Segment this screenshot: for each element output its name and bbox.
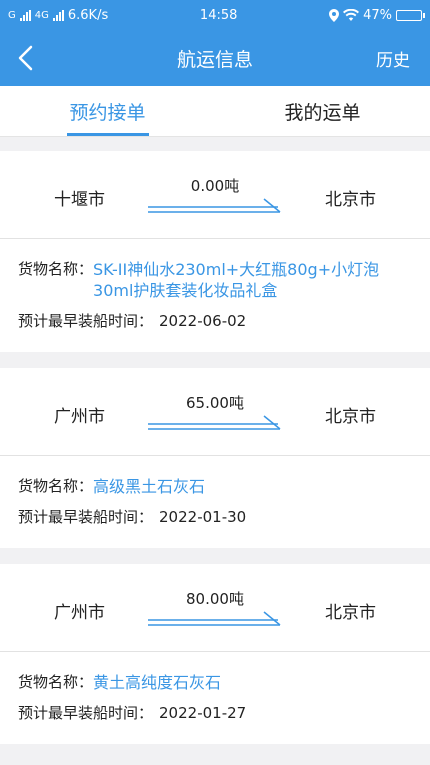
- route: 广州市 80.00吨 北京市: [0, 564, 430, 652]
- battery-percent: 47%: [363, 7, 392, 23]
- shipment-card-2[interactable]: 广州市 65.00吨 北京市 货物名称： 高级黑土石灰石 预计最早装船时间： 2…: [0, 368, 430, 548]
- history-button[interactable]: 历史: [376, 46, 410, 71]
- status-bar: G 4G 6.6K/s 14:58 47%: [0, 0, 430, 30]
- cargo-name: 黄土高纯度石灰石: [93, 673, 222, 692]
- page-title: 航运信息: [176, 48, 253, 71]
- shipment-list: 十堰市 0.00吨 北京市 货物名称： SK-II神仙水230ml+大红瓶80g…: [0, 137, 430, 744]
- network-type: 4G: [34, 9, 49, 21]
- shipment-card-3[interactable]: 广州市 80.00吨 北京市 货物名称： 黄土高纯度石灰石 预计最早装船时间： …: [0, 564, 430, 744]
- back-arrow-icon[interactable]: [14, 44, 38, 72]
- date-label: 预计最早装船时间：: [18, 508, 154, 526]
- tab-bar: 预约接单 我的运单: [0, 86, 430, 137]
- route: 广州市 65.00吨 北京市: [0, 368, 430, 456]
- cargo-row: 货物名称： 黄土高纯度石灰石: [18, 672, 412, 693]
- battery-icon: [395, 9, 425, 21]
- cargo-label: 货物名称：: [18, 673, 94, 691]
- route-arrow-icon: [148, 415, 281, 430]
- shipment-details: 货物名称： 黄土高纯度石灰石 预计最早装船时间： 2022-01-27: [0, 652, 430, 744]
- route-arrow-icon: [148, 611, 281, 626]
- network-label: G: [8, 9, 16, 21]
- status-left: G 4G 6.6K/s: [8, 8, 108, 23]
- date-row: 预计最早装船时间： 2022-01-27: [18, 703, 412, 724]
- destination-city: 北京市: [325, 407, 376, 427]
- date-row: 预计最早装船时间： 2022-06-02: [18, 311, 412, 332]
- cargo-row: 货物名称： 高级黑土石灰石: [18, 476, 412, 497]
- date-label: 预计最早装船时间：: [18, 312, 154, 330]
- network-speed: 6.6K/s: [67, 7, 109, 23]
- signal-icon-2: [52, 9, 64, 21]
- cargo-label: 货物名称：: [18, 260, 94, 278]
- cargo-label: 货物名称：: [18, 477, 94, 495]
- route-arrow-icon: [148, 198, 281, 213]
- wifi-icon: [343, 9, 360, 21]
- tab-my-orders[interactable]: 我的运单: [215, 86, 430, 136]
- route: 十堰市 0.00吨 北京市: [0, 151, 430, 239]
- shipment-card-1[interactable]: 十堰市 0.00吨 北京市 货物名称： SK-II神仙水230ml+大红瓶80g…: [0, 151, 430, 352]
- date-label: 预计最早装船时间：: [18, 704, 154, 722]
- navbar: 航运信息 历史: [0, 30, 430, 86]
- ship-date: 2022-01-27: [159, 704, 247, 722]
- cargo-name: 高级黑土石灰石: [93, 477, 206, 496]
- shipment-details: 货物名称： 高级黑土石灰石 预计最早装船时间： 2022-01-30: [0, 456, 430, 548]
- status-right: 47%: [329, 7, 425, 23]
- tab-booking[interactable]: 预约接单: [0, 86, 215, 136]
- ship-date: 2022-01-30: [159, 508, 247, 526]
- clock: 14:58: [199, 7, 238, 23]
- cargo-row: 货物名称： SK-II神仙水230ml+大红瓶80g+小灯泡30ml护肤套装化妆…: [18, 259, 412, 301]
- date-row: 预计最早装船时间： 2022-01-30: [18, 507, 412, 528]
- ship-date: 2022-06-02: [159, 312, 247, 330]
- destination-city: 北京市: [325, 190, 376, 210]
- location-icon: [329, 8, 340, 22]
- cargo-name: SK-II神仙水230ml+大红瓶80g+小灯泡30ml护肤套装化妆品礼盒: [93, 260, 380, 300]
- signal-icon: [19, 9, 31, 21]
- shipment-details: 货物名称： SK-II神仙水230ml+大红瓶80g+小灯泡30ml护肤套装化妆…: [0, 239, 430, 352]
- destination-city: 北京市: [325, 603, 376, 623]
